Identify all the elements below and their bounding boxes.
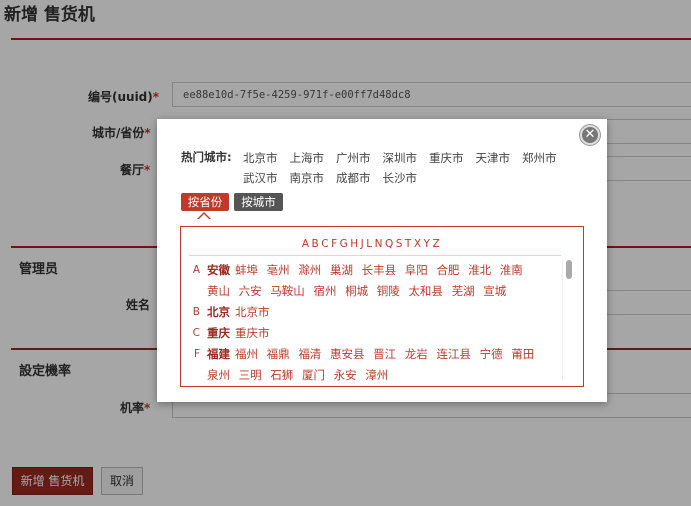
city-link[interactable]: 莆田 (511, 347, 534, 361)
tab-pointer-inner (198, 214, 210, 220)
city-link[interactable]: 厦门 (302, 368, 325, 382)
alphabet-letter[interactable]: A (302, 238, 310, 250)
city-link[interactable]: 马鞍山 (270, 284, 305, 298)
city-link[interactable]: 六安 (239, 284, 262, 298)
alphabet-letter[interactable]: H (350, 238, 358, 250)
alphabet-letter[interactable]: X (414, 238, 422, 250)
city-link[interactable]: 阜阳 (405, 263, 428, 277)
city-link[interactable]: 宿州 (313, 284, 336, 298)
alphabet-letter[interactable]: N (375, 238, 383, 250)
city-link[interactable]: 永安 (334, 368, 357, 382)
city-link[interactable]: 芜湖 (452, 284, 475, 298)
city-link[interactable]: 黄山 (207, 284, 230, 298)
province-list-box: ABCFGHJLNQSTXYZ A 安徽 蚌埠 亳州 滁州 巢湖 长丰县 阜阳 合肥… (180, 226, 584, 387)
hot-city-link[interactable]: 南京市 (290, 168, 325, 188)
province-name[interactable]: 福建 (207, 347, 230, 361)
city-link[interactable]: 泉州 (207, 368, 230, 382)
city-link[interactable]: 亳州 (267, 263, 290, 277)
province-name[interactable]: 安徽 (207, 263, 230, 277)
hot-city-link[interactable]: 深圳市 (383, 148, 418, 168)
city-link[interactable]: 淮北 (468, 263, 491, 277)
alphabet-letter[interactable]: Y (424, 238, 431, 250)
province-row: A 安徽 蚌埠 亳州 滁州 巢湖 长丰县 阜阳 合肥 淮北 淮南 黄山 六安 马鞍山… (181, 260, 561, 302)
hot-city-link[interactable]: 北京市 (243, 148, 278, 168)
alphabet-index: ABCFGHJLNQSTXYZ (181, 238, 561, 250)
province-letter: F (193, 348, 200, 360)
province-cities: 重庆 重庆市 (207, 323, 561, 344)
city-link[interactable]: 蚌埠 (235, 263, 258, 277)
alphabet-letter[interactable]: L (366, 238, 372, 250)
city-link[interactable]: 铜陵 (377, 284, 400, 298)
city-link[interactable]: 福鼎 (267, 347, 290, 361)
city-link[interactable]: 晋江 (373, 347, 396, 361)
province-row: C 重庆 重庆市 (181, 323, 561, 344)
province-letter: B (192, 306, 200, 318)
tab-by-city[interactable]: 按城市 (234, 193, 283, 211)
province-cities: 北京 北京市 (207, 302, 561, 323)
alphabet-letter[interactable]: Q (385, 238, 394, 250)
hot-city-link[interactable]: 成都市 (336, 168, 371, 188)
alphabet-letter[interactable]: S (396, 238, 403, 250)
city-link[interactable]: 龙岩 (405, 347, 428, 361)
hot-city-link[interactable]: 重庆市 (429, 148, 464, 168)
city-link[interactable]: 石狮 (270, 368, 293, 382)
hot-city-link[interactable]: 广州市 (336, 148, 371, 168)
hot-cities-label: 热门城市: (181, 150, 232, 164)
city-link[interactable]: 宁德 (480, 347, 503, 361)
city-link[interactable]: 三明 (239, 368, 262, 382)
city-link[interactable]: 重庆市 (235, 326, 270, 340)
province-letter: C (192, 327, 200, 339)
hot-city-link[interactable]: 天津市 (476, 148, 511, 168)
city-link[interactable]: 漳州 (365, 368, 388, 382)
hot-cities-list: 北京市 上海市 广州市 深圳市 重庆市 天津市 郑州市武汉市 南京市 成都市 长沙市 (243, 148, 583, 188)
divider (189, 255, 561, 256)
city-link[interactable]: 桐城 (345, 284, 368, 298)
city-link[interactable]: 太和县 (408, 284, 443, 298)
city-link[interactable]: 福州 (235, 347, 258, 361)
city-link[interactable]: 巢湖 (330, 263, 353, 277)
city-link[interactable]: 合肥 (436, 263, 459, 277)
city-link[interactable]: 北京市 (235, 305, 270, 319)
close-icon[interactable]: ✕ (580, 125, 600, 145)
alphabet-letter[interactable]: G (340, 238, 349, 250)
city-link[interactable]: 惠安县 (330, 347, 365, 361)
hot-city-link[interactable]: 武汉市 (243, 168, 278, 188)
province-name[interactable]: 北京 (207, 305, 230, 319)
city-link[interactable]: 长丰县 (362, 263, 397, 277)
alphabet-letter[interactable]: B (312, 238, 320, 250)
scrollbar[interactable] (562, 260, 574, 380)
province-cities: 福建 福州 福鼎 福清 惠安县 晋江 龙岩 连江县 宁德 莆田 泉州 三明 石狮 … (207, 344, 561, 386)
hot-city-link[interactable]: 长沙市 (383, 168, 418, 188)
alphabet-letter[interactable]: J (361, 238, 365, 250)
hot-city-link[interactable]: 上海市 (290, 148, 325, 168)
city-link[interactable]: 福清 (298, 347, 321, 361)
province-row: F 福建 福州 福鼎 福清 惠安县 晋江 龙岩 连江县 宁德 莆田 泉州 三明 石狮… (181, 344, 561, 386)
city-link[interactable]: 宣城 (483, 284, 506, 298)
alphabet-letter[interactable]: C (321, 238, 329, 250)
province-cities: 安徽 蚌埠 亳州 滁州 巢湖 长丰县 阜阳 合肥 淮北 淮南 黄山 六安 马鞍山 … (207, 260, 561, 302)
scrollbar-thumb[interactable] (566, 260, 572, 279)
city-picker-modal: ✕ 热门城市: 北京市 上海市 广州市 深圳市 重庆市 天津市 郑州市武汉市 南京市 成都市 长沙… (157, 119, 607, 402)
province-name[interactable]: 重庆 (207, 326, 230, 340)
province-list: A 安徽 蚌埠 亳州 滁州 巢湖 长丰县 阜阳 合肥 淮北 淮南 黄山 六安 马鞍山… (181, 260, 561, 386)
city-link[interactable]: 滁州 (298, 263, 321, 277)
province-letter: A (192, 264, 200, 276)
alphabet-letter[interactable]: T (405, 238, 412, 250)
alphabet-letter[interactable]: Z (432, 238, 440, 250)
city-link[interactable]: 淮南 (500, 263, 523, 277)
tab-by-province[interactable]: 按省份 (181, 193, 229, 211)
hot-city-link[interactable]: 郑州市 (522, 148, 557, 168)
city-link[interactable]: 连江县 (436, 347, 471, 361)
alphabet-letter[interactable]: F (331, 238, 338, 250)
province-row: B 北京 北京市 (181, 302, 561, 323)
